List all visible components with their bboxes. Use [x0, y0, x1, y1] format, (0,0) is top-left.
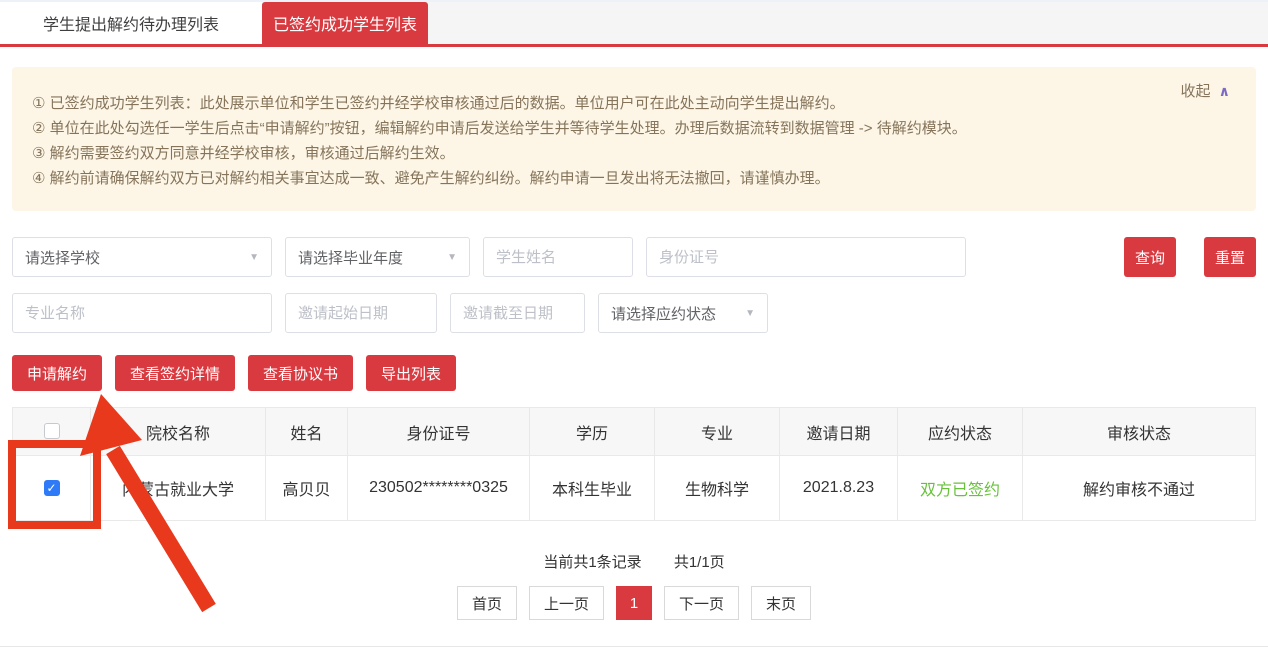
export-list-button[interactable]: 导出列表	[366, 355, 456, 391]
col-header-invite-date: 邀请日期	[780, 408, 898, 456]
col-header-review-status: 审核状态	[1023, 408, 1256, 456]
notice-line-1: ① 已签约成功学生列表：此处展示单位和学生已签约并经学校审核通过后的数据。单位用…	[32, 91, 1232, 116]
row-checkbox[interactable]: ✓	[44, 480, 60, 496]
apply-termination-button[interactable]: 申请解约	[12, 355, 102, 391]
page-count-text: 共1/1页	[674, 554, 725, 571]
notice-line-3: ③ 解约需要签约双方同意并经学校审核，审核通过后解约生效。	[32, 141, 1232, 166]
pagination-summary: 当前共1条记录 共1/1页	[12, 551, 1256, 572]
cell-major: 生物科学	[655, 456, 780, 521]
id-number-input[interactable]	[646, 237, 966, 277]
pagination: 当前共1条记录 共1/1页 首页 上一页 1 下一页 末页	[12, 551, 1256, 620]
pagination-first-button[interactable]: 首页	[457, 586, 517, 620]
chevron-down-icon: ▼	[745, 308, 755, 319]
tab-underline	[0, 44, 1268, 47]
col-header-degree: 学历	[530, 408, 655, 456]
col-header-name: 姓名	[266, 408, 348, 456]
cell-response-status: 双方已签约	[898, 456, 1023, 521]
collapse-link[interactable]: 收起 ∧	[1180, 79, 1230, 104]
pagination-current-page[interactable]: 1	[616, 586, 652, 620]
col-header-id-number: 身份证号	[348, 408, 530, 456]
cell-invite-date: 2021.8.23	[780, 456, 898, 521]
school-select-value: 请选择学校	[25, 247, 100, 268]
col-header-school: 院校名称	[91, 408, 266, 456]
tab-bar: 学生提出解约待办理列表 已签约成功学生列表	[0, 2, 1268, 44]
cell-name: 高贝贝	[266, 456, 348, 521]
search-button[interactable]: 查询	[1124, 237, 1176, 277]
invite-start-date-input[interactable]	[285, 293, 437, 333]
main-content: 收起 ∧ ① 已签约成功学生列表：此处展示单位和学生已签约并经学校审核通过后的数…	[0, 67, 1268, 620]
check-icon: ✓	[46, 482, 56, 494]
major-name-input[interactable]	[12, 293, 272, 333]
view-signing-detail-button[interactable]: 查看签约详情	[115, 355, 235, 391]
response-status-select[interactable]: 请选择应约状态 ▼	[598, 293, 768, 333]
record-count-text: 当前共1条记录	[543, 554, 641, 571]
page: 学生提出解约待办理列表 已签约成功学生列表 收起 ∧ ① 已签约成功学生列表：此…	[0, 0, 1268, 657]
col-header-response-status: 应约状态	[898, 408, 1023, 456]
action-button-row: 申请解约 查看签约详情 查看协议书 导出列表	[12, 355, 1256, 391]
cell-id-number: 230502********0325	[348, 456, 530, 521]
invite-end-date-input[interactable]	[450, 293, 585, 333]
chevron-up-icon: ∧	[1219, 83, 1230, 99]
filter-row-1: 请选择学校 ▼ 请选择毕业年度 ▼ 查询 重置	[12, 237, 1256, 277]
cell-review-status: 解约审核不通过	[1023, 456, 1256, 521]
notice-line-2: ② 单位在此处勾选任一学生后点击“申请解约”按钮，编辑解约申请后发送给学生并等待…	[32, 116, 1232, 141]
pagination-next-button[interactable]: 下一页	[664, 586, 739, 620]
grad-year-select-value: 请选择毕业年度	[298, 247, 403, 268]
table-row: ✓ 内蒙古就业大学 高贝贝 230502********0325 本科生毕业 生…	[13, 456, 1256, 521]
filter-row-2: 请选择应约状态 ▼	[12, 293, 1256, 333]
grad-year-select[interactable]: 请选择毕业年度 ▼	[285, 237, 470, 277]
reset-button[interactable]: 重置	[1204, 237, 1256, 277]
collapse-label: 收起	[1180, 83, 1210, 100]
school-select[interactable]: 请选择学校 ▼	[12, 237, 272, 277]
pagination-last-button[interactable]: 末页	[751, 586, 811, 620]
cell-degree: 本科生毕业	[530, 456, 655, 521]
chevron-down-icon: ▼	[249, 252, 259, 263]
student-name-input[interactable]	[483, 237, 633, 277]
notice-panel: 收起 ∧ ① 已签约成功学生列表：此处展示单位和学生已签约并经学校审核通过后的数…	[12, 67, 1256, 211]
tab-signed-students-list[interactable]: 已签约成功学生列表	[262, 2, 428, 44]
response-status-select-value: 请选择应约状态	[611, 303, 716, 324]
pagination-buttons: 首页 上一页 1 下一页 末页	[12, 586, 1256, 620]
cell-school: 内蒙古就业大学	[91, 456, 266, 521]
bottom-divider	[0, 646, 1268, 647]
students-table: ✓ 院校名称 姓名 身份证号 学历 专业 邀请日期 应约状态 审核状态	[12, 407, 1256, 521]
view-agreement-button[interactable]: 查看协议书	[248, 355, 353, 391]
chevron-down-icon: ▼	[447, 252, 457, 263]
col-header-major: 专业	[655, 408, 780, 456]
pagination-prev-button[interactable]: 上一页	[529, 586, 604, 620]
table-header-row: ✓ 院校名称 姓名 身份证号 学历 专业 邀请日期 应约状态 审核状态	[13, 408, 1256, 456]
select-all-checkbox[interactable]: ✓	[44, 423, 60, 439]
notice-line-4: ④ 解约前请确保解约双方已对解约相关事宜达成一致、避免产生解约纠纷。解约申请一旦…	[32, 166, 1232, 191]
tab-pending-termination-list[interactable]: 学生提出解约待办理列表	[0, 2, 262, 44]
